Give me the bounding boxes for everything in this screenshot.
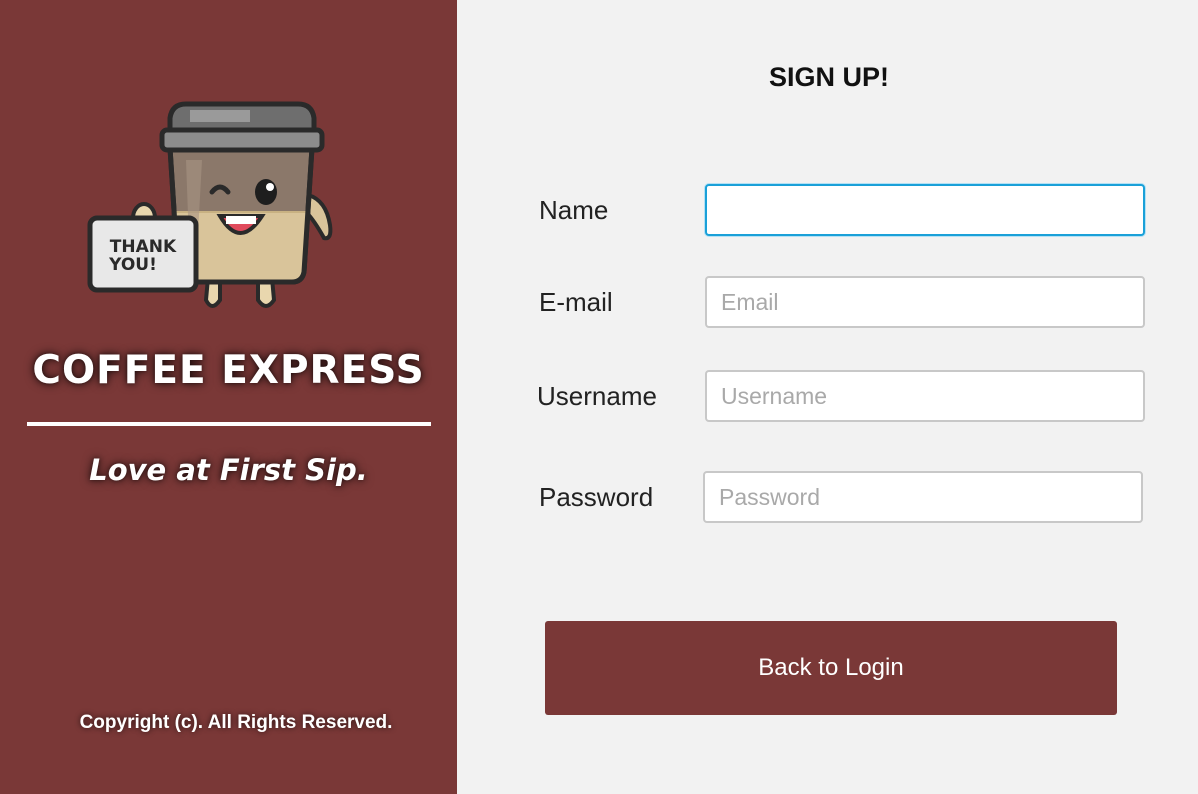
brand-title: COFFEE EXPRESS: [32, 348, 425, 393]
brand-panel: THANK YOU! COFFEE EXPRESS Love at First …: [0, 0, 457, 794]
username-label: Username: [537, 381, 657, 411]
email-label: E-mail: [539, 287, 613, 317]
password-label: Password: [539, 482, 654, 512]
back-to-login-button[interactable]: Back to Login: [545, 621, 1117, 715]
brand-tagline: Love at First Sip.: [89, 453, 368, 487]
mascot-sign-line-2: YOU!: [108, 255, 157, 275]
brand-divider: [27, 422, 431, 426]
name-label: Name: [539, 195, 609, 225]
username-input[interactable]: [705, 370, 1145, 422]
email-input[interactable]: [705, 276, 1145, 328]
page-title: SIGN UP!: [768, 62, 889, 92]
password-input[interactable]: [703, 471, 1143, 523]
name-input[interactable]: [705, 184, 1145, 236]
coffee-cup-mascot-icon: THANK YOU!: [87, 101, 333, 308]
copyright-text: Copyright (c). All Rights Reserved.: [79, 712, 393, 733]
mascot-sign-line-1: THANK: [110, 237, 177, 257]
